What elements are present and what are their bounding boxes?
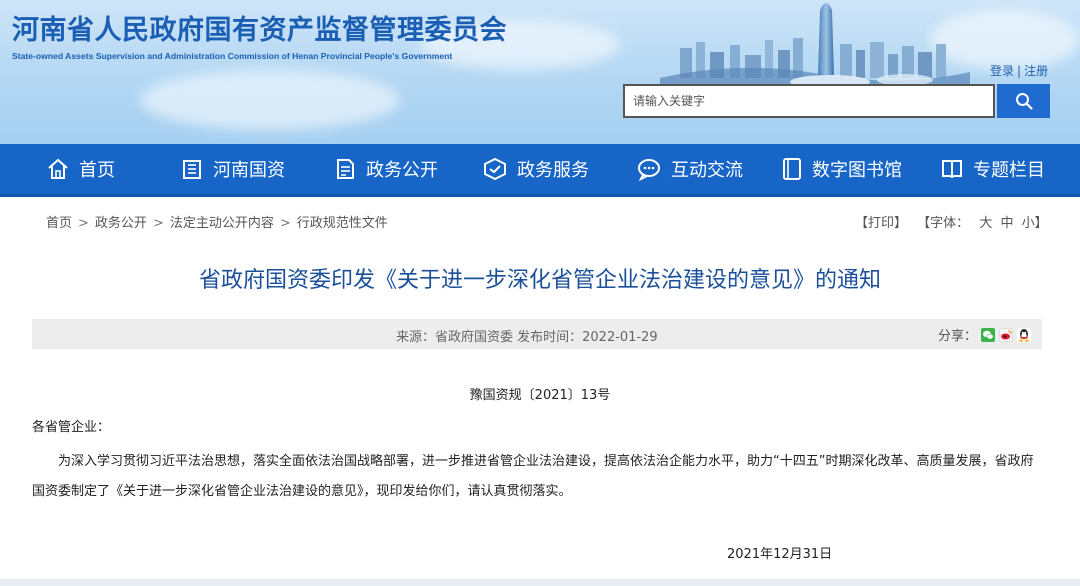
article-greeting: 各省管企业：: [32, 420, 111, 435]
print-button[interactable]: 【打印】: [855, 216, 907, 231]
nav-item-zhengwu-fuwu[interactable]: 政务服务: [482, 144, 589, 194]
building-icon: [183, 160, 201, 179]
nav-item-label: 河南国资: [213, 160, 285, 181]
qq-icon[interactable]: [1017, 327, 1032, 342]
search-input[interactable]: [625, 86, 993, 116]
share-label: 分享：: [938, 329, 978, 344]
library-icon: [783, 158, 801, 180]
book-icon: [942, 160, 962, 179]
service-icon: [484, 157, 506, 181]
nav-item-label: 政务公开: [366, 160, 438, 181]
document-number: 豫国资规〔2021〕13号: [469, 388, 611, 403]
account-links: 登录 | 注册: [990, 62, 1048, 79]
font-small-button[interactable]: 小: [1022, 216, 1035, 231]
breadcrumb-separator: >: [152, 216, 164, 231]
breadcrumb-separator: >: [78, 216, 89, 231]
nav-item-label: 互动交流: [671, 160, 743, 181]
breadcrumb-item-xingzheng[interactable]: 行政规范性文件: [297, 216, 388, 231]
nav-item-henan-guozi[interactable]: 河南国资: [180, 144, 285, 194]
site-subtitle: State-owned Assets Supervision and Admin…: [12, 51, 453, 61]
header-cloud: [140, 70, 400, 130]
search-button[interactable]: [997, 84, 1050, 118]
nav-item-label: 政务服务: [517, 160, 589, 181]
font-size-close: 】: [1034, 216, 1048, 231]
nav-item-label: 数字图书馆: [812, 160, 902, 181]
chat-icon: [638, 159, 660, 181]
font-large-button[interactable]: 大: [979, 216, 992, 231]
nav-item-zhengwu-gongkai[interactable]: 政务公开: [333, 144, 438, 194]
article-title: 省政府国资委印发《关于进一步深化省管企业法治建设的意见》的通知: [198, 268, 881, 293]
nav-item-label: 专题栏目: [973, 160, 1045, 181]
article-tools: 【打印】 【字体： 大 中 小】: [855, 212, 1048, 231]
document-icon: [337, 159, 354, 179]
breadcrumb-item-zhengwu[interactable]: 政务公开: [95, 216, 147, 231]
main-nav: 首页 河南国资 政务公开 政务服务 互动交流 数字图书馆 专题栏目: [0, 144, 1080, 197]
breadcrumb-separator: >: [279, 216, 291, 231]
footer-strip: [0, 579, 1080, 586]
wechat-icon[interactable]: [981, 327, 996, 342]
nav-item-home[interactable]: 首页: [46, 144, 115, 194]
register-link[interactable]: 注册: [1024, 64, 1048, 78]
article-meta: 来源：省政府国资委 发布时间：2022-01-29: [396, 330, 658, 345]
nav-item-special-column[interactable]: 专题栏目: [940, 144, 1045, 194]
breadcrumb: 首页 > 政务公开 > 法定主动公开内容 > 行政规范性文件: [46, 212, 388, 231]
weibo-icon[interactable]: [999, 327, 1014, 342]
nav-item-label: 首页: [79, 160, 115, 181]
site-header: 河南省人民政府国有资产监督管理委员会 State-owned Assets Su…: [0, 0, 1080, 144]
nav-item-hudong-jiaoliu[interactable]: 互动交流: [636, 144, 743, 194]
site-title: 河南省人民政府国有资产监督管理委员会: [12, 15, 507, 46]
share-bar: 分享：: [938, 325, 1032, 344]
home-icon: [48, 158, 68, 179]
link-separator: |: [1017, 64, 1022, 78]
article-body: 为深入学习贯彻习近平法治思想，落实全面依法治国战略部署，进一步推进省管企业法治建…: [32, 454, 1034, 499]
font-size-label: 【字体：: [917, 216, 970, 231]
search-icon: [1015, 93, 1033, 110]
search-box: [623, 84, 995, 118]
breadcrumb-item-fading[interactable]: 法定主动公开内容: [170, 216, 274, 231]
nav-item-digital-library[interactable]: 数字图书馆: [781, 144, 902, 194]
font-medium-button[interactable]: 中: [1000, 216, 1013, 231]
breadcrumb-item-home[interactable]: 首页: [46, 216, 72, 231]
login-link[interactable]: 登录: [990, 64, 1014, 78]
article-date: 2021年12月31日: [727, 547, 833, 562]
